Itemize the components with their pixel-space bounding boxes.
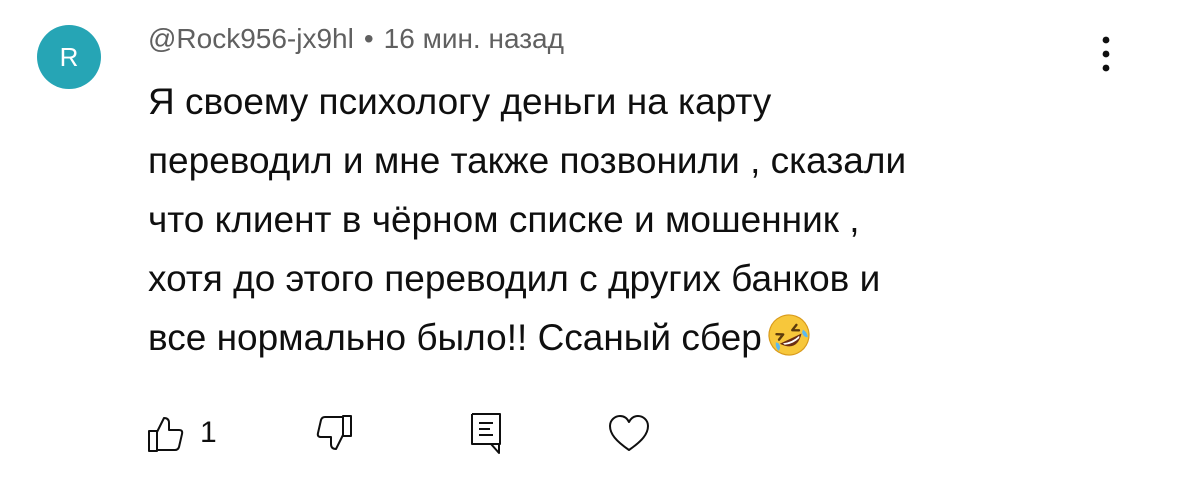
comment-text: Я своему психологу деньги на карту перев… xyxy=(148,72,1088,367)
comment-item: R @Rock956-jx9hl • 16 мин. назад Я своему … xyxy=(0,0,1179,495)
thumbs-up-icon xyxy=(148,417,184,452)
avatar-letter: R xyxy=(59,41,79,72)
dislike-button[interactable] xyxy=(312,405,356,461)
rolling-on-the-floor-laughing-icon xyxy=(768,314,810,356)
heart-button[interactable] xyxy=(606,405,652,461)
comment-actions: 1 xyxy=(0,405,1179,465)
more-options-button[interactable] xyxy=(1088,32,1124,76)
author-name[interactable]: @Rock956-jx9hl xyxy=(148,23,354,54)
comment-timestamp[interactable]: 16 мин. назад xyxy=(384,23,564,54)
separator-dot: • xyxy=(363,23,374,54)
like-count: 1 xyxy=(200,416,217,449)
avatar[interactable]: R xyxy=(37,25,101,89)
more-vertical-icon xyxy=(1102,36,1110,72)
like-button[interactable]: 1 xyxy=(144,405,217,461)
reply-comment-icon xyxy=(471,413,501,454)
heart-icon xyxy=(609,415,649,451)
thumbs-down-icon xyxy=(316,415,352,450)
reply-button[interactable] xyxy=(464,405,508,461)
comment-header: @Rock956-jx9hl • 16 мин. назад xyxy=(148,20,564,58)
